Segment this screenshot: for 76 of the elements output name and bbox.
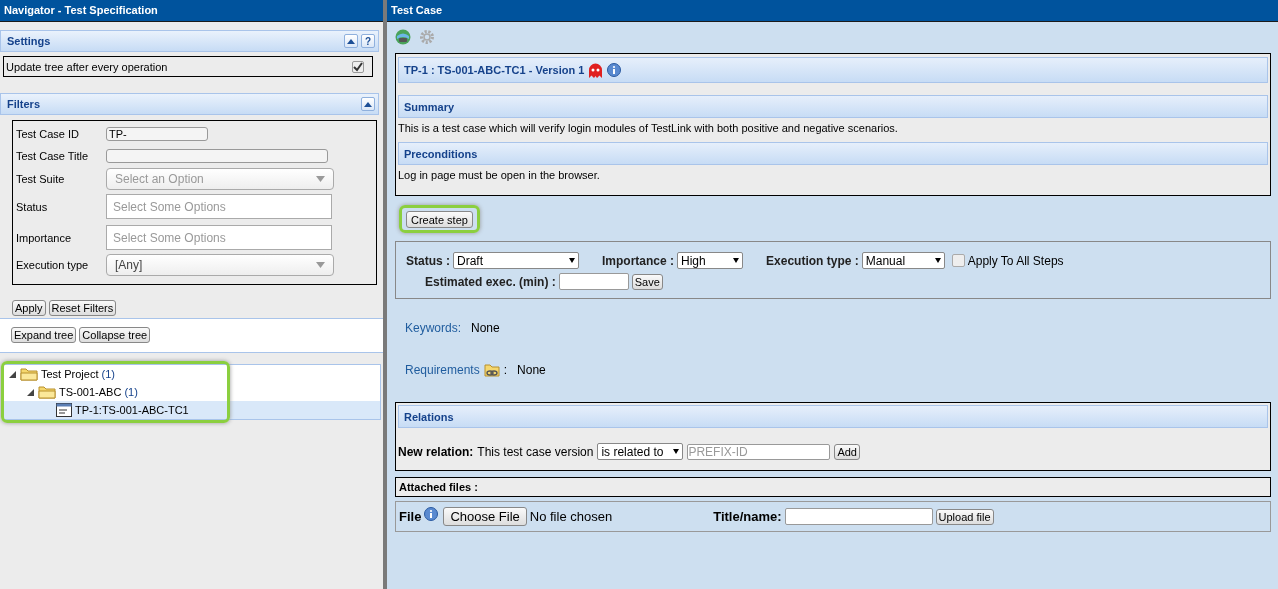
multi-select-field[interactable]: Select Some Options xyxy=(106,225,332,250)
field-label: Importance : xyxy=(602,253,675,268)
info-icon[interactable] xyxy=(424,507,439,521)
upload-file-button[interactable]: Upload file xyxy=(935,508,994,525)
keywords-label: Keywords: xyxy=(405,321,462,335)
triangle-up-icon xyxy=(347,38,355,44)
filter-label: Test Case Title xyxy=(16,150,90,162)
section-title: Relations xyxy=(404,410,454,423)
execution-type-dropdown[interactable]: Manual xyxy=(861,252,945,269)
filter-label: Test Suite xyxy=(16,173,66,185)
relation-text: This test case version xyxy=(477,444,594,459)
collapse-button[interactable] xyxy=(344,34,358,48)
field-label: Estimated exec. (min) : xyxy=(425,274,556,289)
tree-button[interactable]: Expand tree xyxy=(11,327,77,343)
section-title: Preconditions xyxy=(404,147,478,160)
panel-title: Test Case xyxy=(387,0,1278,22)
tree-item[interactable]: TS-001-ABC (1) xyxy=(3,383,380,401)
requirements-value: None xyxy=(517,363,546,377)
checkbox[interactable] xyxy=(352,60,364,73)
filter-label: Execution type xyxy=(16,259,90,271)
filter-label: Status xyxy=(16,200,49,213)
panel-title: Navigator - Test Specification xyxy=(0,0,383,22)
attached-files-label: Attached files : xyxy=(399,481,478,493)
checkbox[interactable] xyxy=(951,254,965,267)
info-icon[interactable] xyxy=(607,63,622,77)
expander-icon[interactable] xyxy=(9,370,16,378)
create-step-button[interactable]: Create step xyxy=(406,211,473,228)
globe-icon[interactable] xyxy=(395,29,411,45)
dropdown[interactable]: [Any] xyxy=(106,254,334,276)
importance-dropdown[interactable]: High xyxy=(677,252,744,269)
title-label: Title/name: xyxy=(713,509,782,524)
title-field[interactable] xyxy=(784,508,933,525)
ghost-icon xyxy=(588,62,604,78)
section-title: Settings xyxy=(7,35,51,47)
filter-label: Test Case ID xyxy=(16,128,80,140)
folder-icon xyxy=(38,385,56,399)
separator-colon: : xyxy=(503,363,508,377)
dropdown-arrow-icon xyxy=(316,262,325,268)
folder-icon xyxy=(20,367,38,381)
document-icon xyxy=(56,403,72,417)
filter-button[interactable]: Reset Filters xyxy=(48,300,117,316)
file-status: No file chosen xyxy=(529,509,613,524)
expander-icon[interactable] xyxy=(27,388,34,396)
tree-item[interactable]: TP-1:TS-001-ABC-TC1 xyxy=(3,401,380,419)
estimate-field[interactable] xyxy=(558,273,629,290)
text-field[interactable] xyxy=(106,149,328,163)
relation-id-field[interactable]: PREFIX-ID xyxy=(687,443,831,460)
add-button[interactable]: Add xyxy=(834,443,860,460)
dropdown-arrow-icon xyxy=(316,176,325,182)
section-text: Log in page must be open in the browser. xyxy=(398,169,601,181)
multi-select-field[interactable]: Select Some Options xyxy=(106,194,332,219)
section-text: This is a test case which will verify login modules of TestLink with both positive and negative scenarios. xyxy=(398,122,899,134)
checkbox-label: Apply To All Steps xyxy=(967,253,1064,268)
tree-item[interactable]: Test Project (1) xyxy=(3,365,380,383)
choose-file-button[interactable]: Choose File xyxy=(443,507,527,526)
tree-button[interactable]: Collapse tree xyxy=(79,327,151,343)
help-button[interactable]: ? xyxy=(361,34,375,48)
folder-link-icon[interactable] xyxy=(483,363,500,377)
test-case-heading: TP-1 : TS-001-ABC-TC1 - Version 1 xyxy=(404,64,585,76)
filter-button[interactable]: Apply xyxy=(12,300,46,316)
filter-label: Importance xyxy=(16,231,73,244)
relation-type-dropdown[interactable]: is related to xyxy=(597,443,684,460)
status-dropdown[interactable]: Draft xyxy=(453,252,579,269)
setting-label: Update tree after every operation xyxy=(6,60,168,73)
relation-label: New relation: xyxy=(398,444,474,459)
section-title: Summary xyxy=(404,100,455,113)
requirements-label: Requirements xyxy=(405,363,480,377)
field-label: Execution type : xyxy=(766,253,859,268)
field-label: Status : xyxy=(406,253,450,268)
collapse-button[interactable] xyxy=(361,97,375,111)
file-label: File xyxy=(399,509,422,524)
section-title: Filters xyxy=(7,98,40,110)
keywords-value: None xyxy=(471,321,500,335)
triangle-up-icon xyxy=(364,101,372,107)
save-button[interactable]: Save xyxy=(631,273,663,290)
text-field[interactable]: TP- xyxy=(106,127,208,141)
